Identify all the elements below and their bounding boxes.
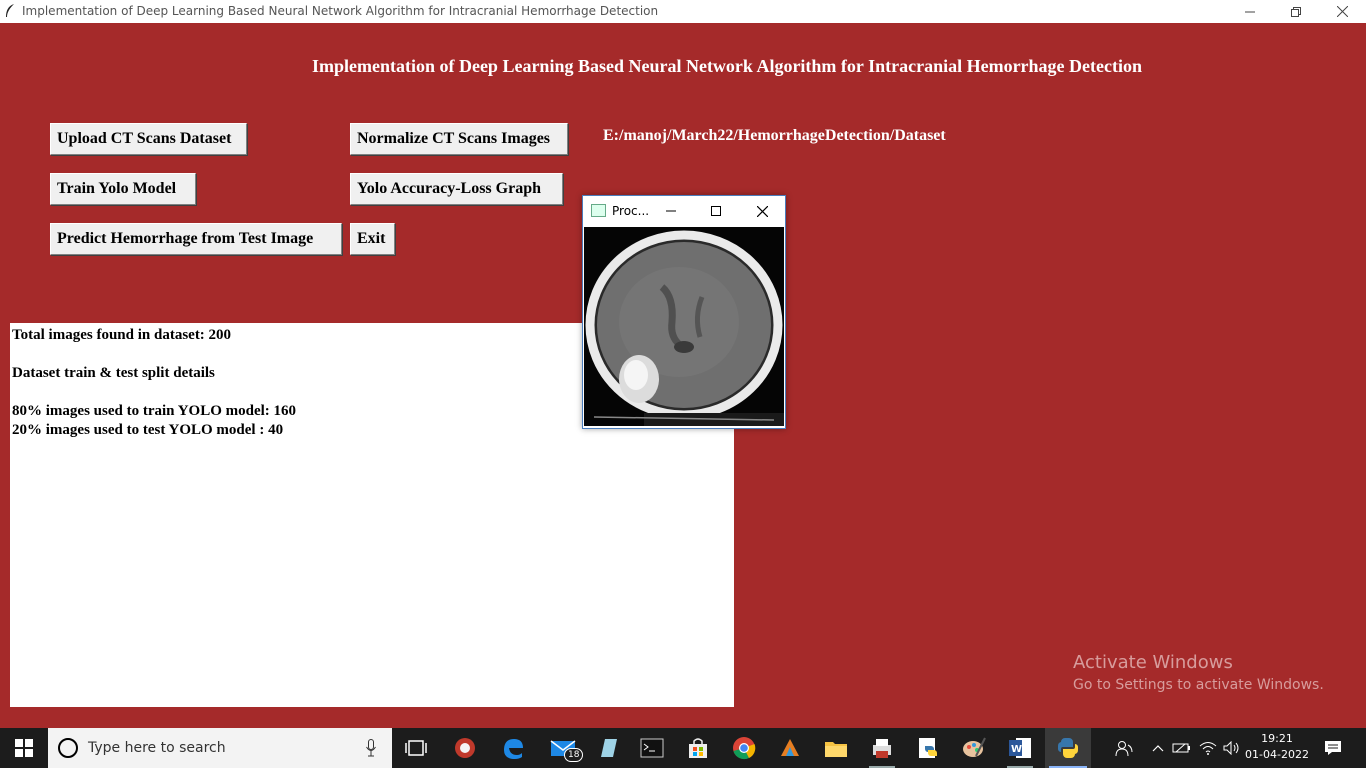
dataset-path-label: E:/manoj/March22/HemorrhageDetection/Dat… bbox=[603, 127, 946, 144]
taskbar-clock[interactable]: 19:21 01-04-2022 bbox=[1244, 731, 1310, 763]
taskbar-word[interactable]: W bbox=[997, 728, 1043, 768]
popup-maximize-button[interactable] bbox=[702, 200, 730, 222]
wifi-icon bbox=[1199, 742, 1217, 755]
popup-minimize-button[interactable] bbox=[657, 200, 685, 222]
restore-button[interactable] bbox=[1273, 0, 1319, 23]
people-icon bbox=[1115, 741, 1133, 757]
folder-icon bbox=[825, 742, 847, 757]
start-button[interactable] bbox=[0, 728, 48, 768]
accuracy-loss-graph-button[interactable]: Yolo Accuracy-Loss Graph bbox=[350, 173, 563, 205]
processed-image-window[interactable]: Proc... bbox=[582, 195, 786, 429]
volume-button[interactable] bbox=[1220, 728, 1244, 768]
window-title: Implementation of Deep Learning Based Ne… bbox=[22, 4, 659, 18]
clock-time: 19:21 bbox=[1261, 732, 1293, 745]
svg-text:W: W bbox=[1011, 744, 1022, 755]
close-icon bbox=[1336, 6, 1348, 17]
battery-icon bbox=[1172, 743, 1190, 753]
colorful-app-icon bbox=[781, 739, 799, 756]
watermark-subtitle: Go to Settings to activate Windows. bbox=[1073, 677, 1324, 693]
watermark-title: Activate Windows bbox=[1073, 652, 1233, 673]
popup-titlebar[interactable]: Proc... bbox=[583, 196, 785, 226]
chevron-up-icon bbox=[1152, 745, 1164, 752]
app-heading: Implementation of Deep Learning Based Ne… bbox=[311, 56, 1143, 76]
taskbar-app-notes[interactable] bbox=[585, 728, 631, 768]
cortana-icon bbox=[58, 738, 78, 758]
exit-button[interactable]: Exit bbox=[350, 223, 395, 255]
python-icon bbox=[1057, 738, 1079, 758]
activate-windows-watermark: Activate Windows Go to Settings to activ… bbox=[1073, 652, 1324, 693]
search-placeholder: Type here to search bbox=[88, 740, 226, 756]
close-icon bbox=[756, 205, 768, 217]
word-icon: W bbox=[1009, 738, 1031, 758]
printer-app-icon bbox=[873, 739, 891, 758]
predict-hemorrhage-button[interactable]: Predict Hemorrhage from Test Image bbox=[50, 223, 342, 255]
minimize-icon bbox=[1245, 11, 1255, 12]
normalize-images-button[interactable]: Normalize CT Scans Images bbox=[350, 123, 568, 155]
feather-icon bbox=[6, 4, 14, 17]
taskbar-file-explorer[interactable] bbox=[813, 728, 859, 768]
notification-icon bbox=[1325, 741, 1341, 755]
taskbar-store[interactable] bbox=[675, 728, 721, 768]
red-app-icon bbox=[455, 738, 475, 758]
clock-date: 01-04-2022 bbox=[1245, 748, 1309, 761]
people-button[interactable] bbox=[1110, 728, 1138, 768]
paint-icon bbox=[963, 737, 986, 757]
ct-scan-image bbox=[584, 227, 784, 426]
task-view-icon bbox=[405, 740, 427, 756]
taskbar-edge[interactable] bbox=[490, 728, 536, 768]
taskbar-app-1[interactable] bbox=[442, 728, 488, 768]
minimize-icon bbox=[666, 210, 676, 212]
store-icon bbox=[689, 738, 707, 758]
restore-icon bbox=[1291, 6, 1301, 17]
taskbar-python[interactable] bbox=[1045, 728, 1091, 768]
popup-close-button[interactable] bbox=[748, 200, 776, 222]
train-yolo-button[interactable]: Train Yolo Model bbox=[50, 173, 196, 205]
show-hidden-icons-button[interactable] bbox=[1148, 728, 1168, 768]
mail-badge: 18 bbox=[564, 748, 584, 762]
volume-icon bbox=[1223, 741, 1239, 755]
taskbar-paint[interactable] bbox=[951, 728, 997, 768]
taskbar-app-8[interactable] bbox=[767, 728, 813, 768]
taskbar-terminal[interactable] bbox=[629, 728, 675, 768]
taskbar: Type here to search 18 W 19:21 01-04-202… bbox=[0, 728, 1366, 768]
maximize-icon bbox=[711, 206, 721, 216]
taskbar-app-10[interactable] bbox=[859, 728, 905, 768]
popup-title: Proc... bbox=[612, 204, 650, 218]
window-titlebar[interactable]: Implementation of Deep Learning Based Ne… bbox=[0, 0, 1366, 23]
window-app-icon bbox=[591, 204, 606, 217]
upload-dataset-button[interactable]: Upload CT Scans Dataset bbox=[50, 123, 247, 155]
microphone-icon[interactable] bbox=[366, 739, 376, 757]
windows-logo-icon bbox=[15, 739, 33, 757]
notes-icon bbox=[601, 739, 617, 757]
taskbar-python-idle[interactable] bbox=[905, 728, 951, 768]
minimize-button[interactable] bbox=[1227, 0, 1273, 23]
taskbar-search-box[interactable]: Type here to search bbox=[48, 728, 392, 768]
task-view-button[interactable] bbox=[393, 728, 439, 768]
wifi-button[interactable] bbox=[1196, 728, 1220, 768]
battery-button[interactable] bbox=[1170, 728, 1194, 768]
chrome-icon bbox=[733, 737, 756, 760]
python-idle-icon bbox=[919, 738, 937, 758]
edge-icon bbox=[504, 739, 523, 759]
action-center-button[interactable] bbox=[1318, 728, 1348, 768]
terminal-icon bbox=[640, 738, 664, 758]
taskbar-chrome[interactable] bbox=[721, 728, 767, 768]
close-button[interactable] bbox=[1319, 0, 1365, 23]
